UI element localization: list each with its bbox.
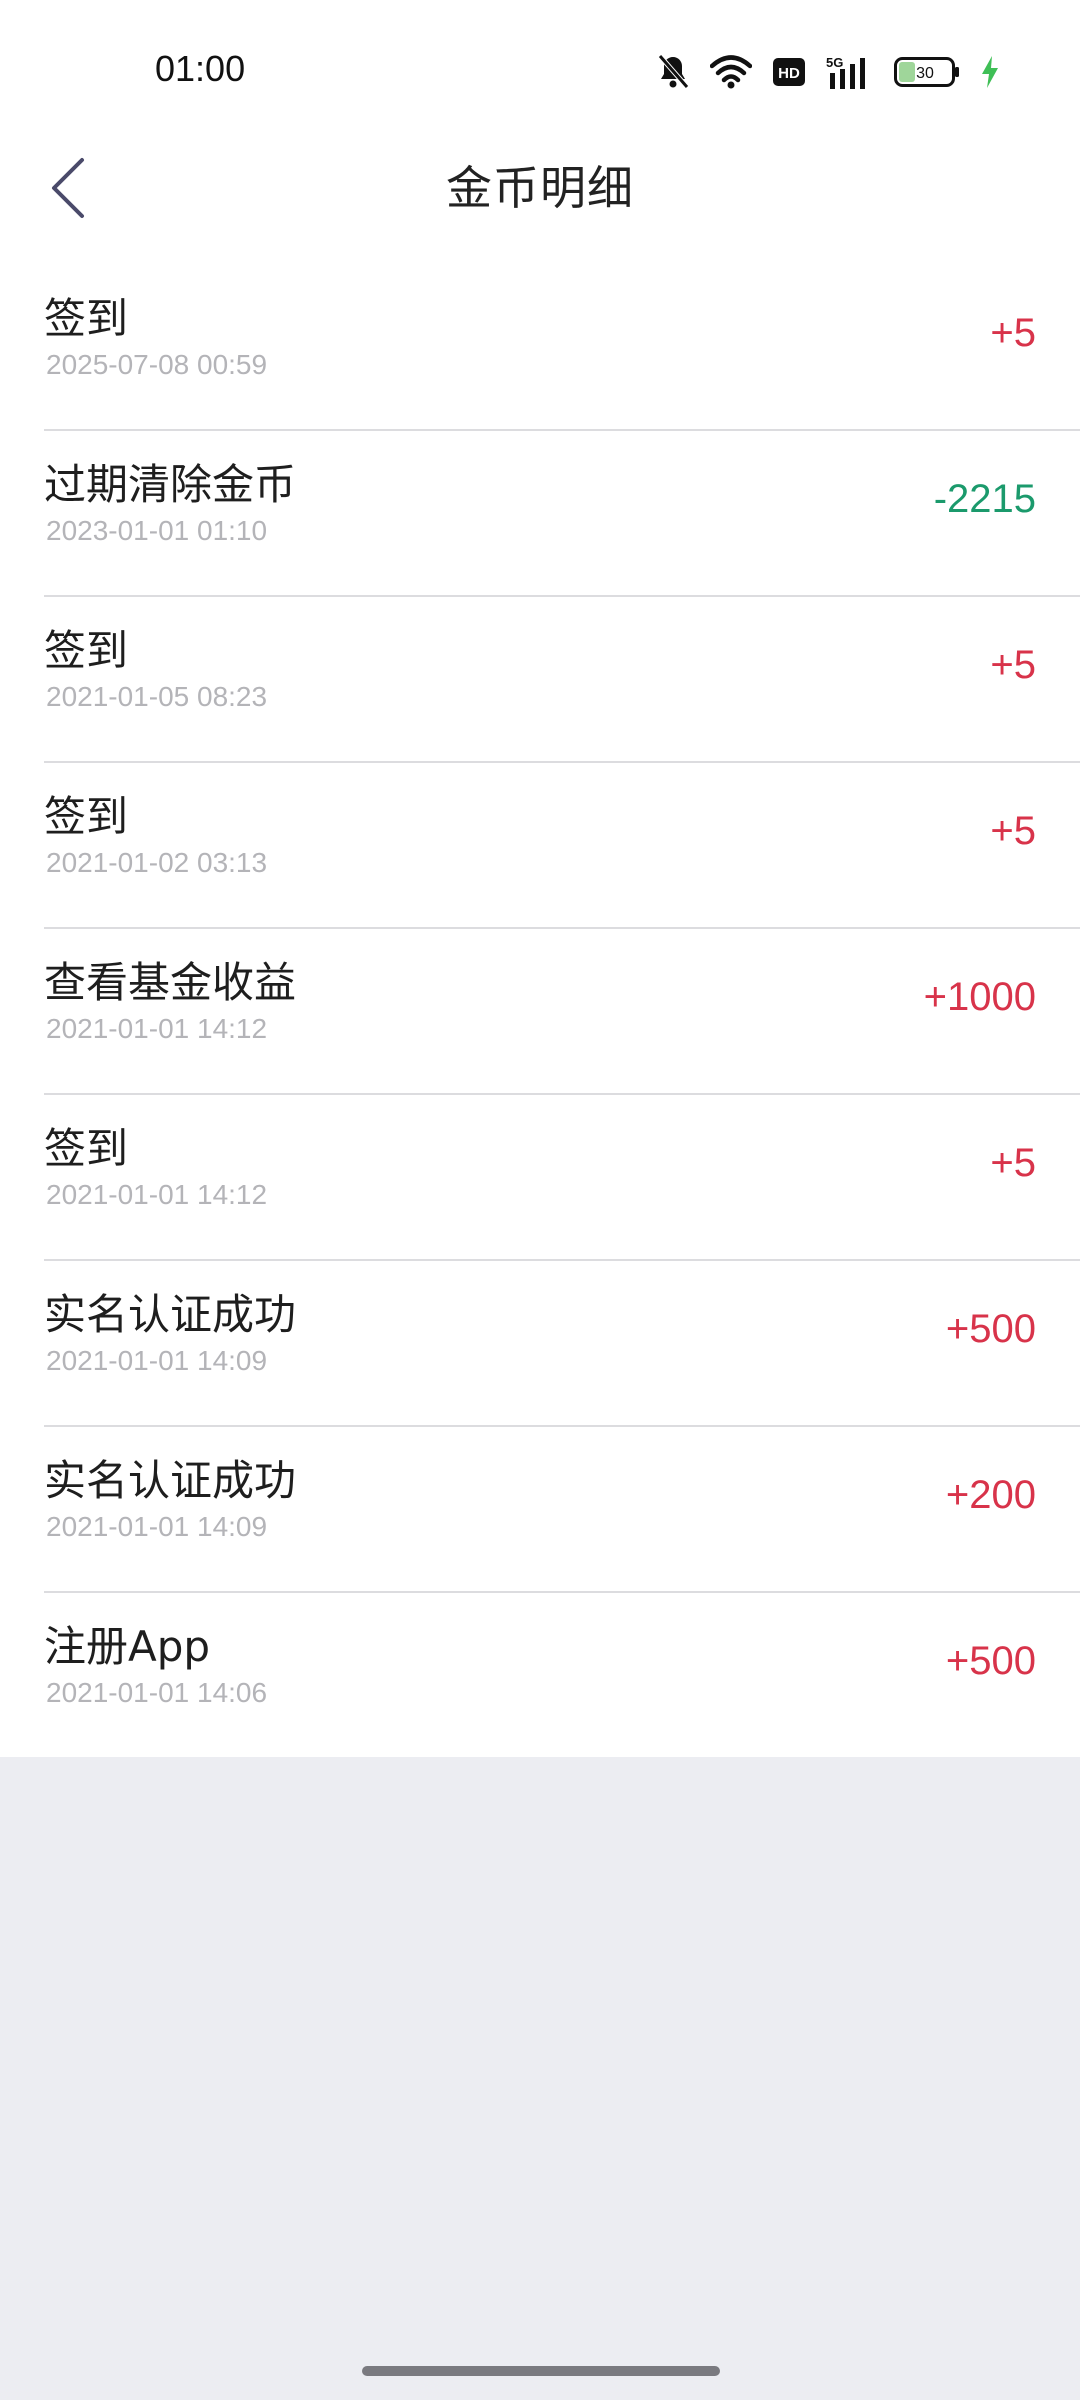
- record-amount: +500: [945, 1307, 1036, 1351]
- list-item[interactable]: 实名认证成功 2021-01-01 14:09 +200: [44, 1427, 1080, 1593]
- record-date: 2023-01-01 01:10: [46, 515, 268, 546]
- record-date: 2021-01-01 14:09: [46, 1511, 268, 1542]
- record-amount: +500: [945, 1639, 1036, 1683]
- record-title: 查看基金收益: [44, 958, 297, 1007]
- record-amount: +200: [945, 1473, 1036, 1517]
- list-item[interactable]: 注册App 2021-01-01 14:06 +500: [44, 1593, 1080, 1757]
- record-amount: +5: [990, 643, 1036, 687]
- home-indicator[interactable]: [362, 2366, 720, 2376]
- bell-muted-icon: [656, 54, 690, 90]
- list-item[interactable]: 实名认证成功 2021-01-01 14:09 +500: [44, 1261, 1080, 1427]
- record-amount: +1000: [923, 975, 1036, 1019]
- record-date: 2021-01-01 14:09: [46, 1345, 268, 1376]
- record-title: 签到: [44, 294, 129, 343]
- record-title: 实名认证成功: [44, 1456, 297, 1505]
- battery-icon: 30: [894, 57, 960, 87]
- record-amount: +5: [990, 311, 1036, 355]
- record-title: 签到: [44, 626, 129, 675]
- battery-level: 30: [916, 65, 934, 82]
- record-date: 2021-01-05 08:23: [46, 681, 268, 712]
- status-bar: 01:00 HD 5G 30: [0, 0, 1080, 140]
- list-item[interactable]: 签到 2021-01-02 03:13 +5: [44, 763, 1080, 929]
- page-title: 金币明细: [446, 161, 634, 215]
- hd-badge-label: HD: [778, 65, 800, 82]
- record-amount: -2215: [933, 477, 1036, 521]
- record-amount: +5: [990, 809, 1036, 853]
- record-title: 注册App: [44, 1622, 211, 1671]
- record-date: 2025-07-08 00:59: [46, 349, 268, 380]
- record-title: 签到: [44, 1124, 129, 1173]
- status-icons: HD 5G 30: [656, 50, 1000, 94]
- charging-icon: [980, 55, 1000, 89]
- record-title: 实名认证成功: [44, 1290, 297, 1339]
- header: 金币明细: [0, 140, 1080, 265]
- record-date: 2021-01-01 14:12: [46, 1179, 268, 1210]
- record-date: 2021-01-01 14:12: [46, 1013, 268, 1044]
- screen: 01:00 HD 5G 30 金币明细 签到 2025-07-08 00:59 …: [0, 0, 1080, 2400]
- record-date: 2021-01-02 03:13: [46, 847, 268, 878]
- hd-badge-icon: HD: [772, 57, 806, 87]
- list-item[interactable]: 过期清除金币 2023-01-01 01:10 -2215: [44, 431, 1080, 597]
- record-date: 2021-01-01 14:06: [46, 1677, 268, 1708]
- signal-5g-label: 5G: [826, 55, 843, 70]
- status-time: 01:00: [155, 48, 246, 89]
- record-title: 过期清除金币: [44, 460, 297, 509]
- record-title: 签到: [44, 792, 129, 841]
- coin-record-list: 签到 2025-07-08 00:59 +5 过期清除金币 2023-01-01 01:…: [0, 265, 1080, 1757]
- list-item[interactable]: 签到 2021-01-01 14:12 +5: [44, 1095, 1080, 1261]
- record-amount: +5: [990, 1141, 1036, 1185]
- signal-5g-icon: 5G: [826, 55, 874, 89]
- list-item[interactable]: 查看基金收益 2021-01-01 14:12 +1000: [44, 929, 1080, 1095]
- list-item[interactable]: 签到 2021-01-05 08:23 +5: [44, 597, 1080, 763]
- list-item[interactable]: 签到 2025-07-08 00:59 +5: [44, 265, 1080, 431]
- wifi-icon: [710, 55, 752, 89]
